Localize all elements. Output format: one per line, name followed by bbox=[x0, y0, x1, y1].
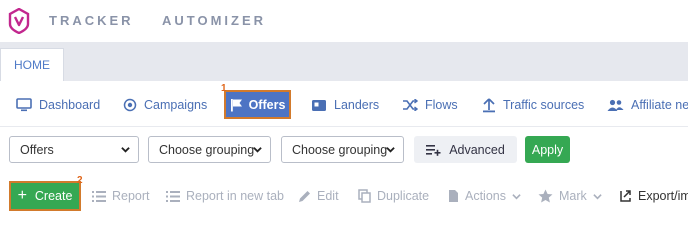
nav-item-campaigns[interactable]: Campaigns bbox=[123, 96, 207, 114]
nav-item-traffic-sources[interactable]: Traffic sources bbox=[482, 96, 584, 114]
mark-dropdown[interactable]: Mark bbox=[538, 188, 602, 204]
chevron-down-icon bbox=[593, 193, 602, 199]
monitor-icon bbox=[16, 98, 32, 112]
actions-label: Actions bbox=[465, 189, 506, 203]
entity-select[interactable]: Offers bbox=[9, 136, 139, 163]
lander-icon bbox=[312, 99, 326, 111]
nav-item-dashboard[interactable]: Dashboard bbox=[16, 96, 100, 114]
nav-label: Landers bbox=[334, 98, 380, 112]
chevron-down-icon bbox=[121, 147, 130, 153]
report-new-tab-button[interactable]: Report in new tab bbox=[166, 188, 284, 204]
mark-label: Mark bbox=[559, 189, 587, 203]
grouping-select-2[interactable]: Choose grouping bbox=[281, 136, 404, 163]
nav-item-flows[interactable]: Flows bbox=[402, 96, 458, 114]
nav-label: Traffic sources bbox=[503, 98, 585, 112]
plus-icon: + bbox=[17, 187, 27, 204]
export-icon bbox=[620, 190, 631, 202]
actions-dropdown[interactable]: Actions bbox=[448, 188, 521, 204]
nav-label: Flows bbox=[425, 98, 458, 112]
report-button[interactable]: Report bbox=[92, 188, 150, 204]
step-marker-1: 1 bbox=[221, 83, 227, 94]
app-tab-tracker[interactable]: TRACKER bbox=[49, 13, 134, 28]
list-icon bbox=[166, 190, 180, 202]
tab-home[interactable]: HOME bbox=[0, 48, 64, 81]
pencil-icon bbox=[299, 190, 310, 202]
grouping-select-2-value: Choose grouping bbox=[292, 142, 388, 157]
nav-item-offers[interactable]: Offers bbox=[224, 90, 291, 119]
export-import-button[interactable]: Export/im bbox=[619, 188, 688, 204]
users-icon bbox=[607, 99, 624, 111]
nav-label: Campaigns bbox=[144, 98, 208, 112]
top-bar: TRACKER AUTOMIZER bbox=[0, 0, 688, 42]
edit-button[interactable]: Edit bbox=[298, 188, 339, 204]
file-icon bbox=[449, 190, 458, 202]
duplicate-button[interactable]: Duplicate bbox=[358, 188, 429, 204]
brand-logo-icon[interactable] bbox=[8, 8, 30, 34]
report-label: Report bbox=[112, 189, 150, 203]
advanced-filter-button[interactable]: Advanced bbox=[414, 136, 517, 163]
nav-item-affiliate-networks[interactable]: Affiliate net bbox=[607, 96, 688, 114]
arrow-up-icon bbox=[483, 97, 495, 112]
chevron-down-icon bbox=[253, 147, 262, 153]
step-marker-2: 2 bbox=[77, 175, 83, 186]
nav-item-landers[interactable]: Landers bbox=[311, 96, 379, 114]
filter-add-icon bbox=[426, 144, 441, 156]
grouping-select-1[interactable]: Choose grouping bbox=[148, 136, 271, 163]
nav-label: Affiliate net bbox=[631, 98, 688, 112]
create-label: Create bbox=[34, 189, 73, 203]
star-icon bbox=[538, 189, 553, 203]
grouping-select-1-value: Choose grouping bbox=[159, 142, 255, 157]
duplicate-label: Duplicate bbox=[377, 189, 430, 203]
flag-icon bbox=[230, 98, 242, 111]
list-icon bbox=[92, 190, 106, 202]
app-tab-automizer[interactable]: AUTOMIZER bbox=[162, 13, 266, 28]
copy-icon bbox=[358, 189, 371, 203]
chevron-down-icon bbox=[386, 147, 395, 153]
shuffle-icon bbox=[403, 99, 418, 111]
apply-button[interactable]: Apply bbox=[525, 136, 570, 163]
create-button[interactable]: + Create bbox=[9, 181, 81, 211]
tabs-band bbox=[0, 42, 688, 81]
chevron-down-icon bbox=[512, 193, 521, 199]
target-icon bbox=[123, 98, 137, 112]
advanced-label: Advanced bbox=[449, 142, 505, 157]
nav-label: Dashboard bbox=[39, 98, 101, 112]
nav-label: Offers bbox=[248, 97, 286, 112]
report-new-tab-label: Report in new tab bbox=[186, 189, 284, 203]
edit-label: Edit bbox=[317, 189, 339, 203]
export-label: Export/im bbox=[638, 189, 688, 203]
entity-select-value: Offers bbox=[20, 142, 54, 157]
